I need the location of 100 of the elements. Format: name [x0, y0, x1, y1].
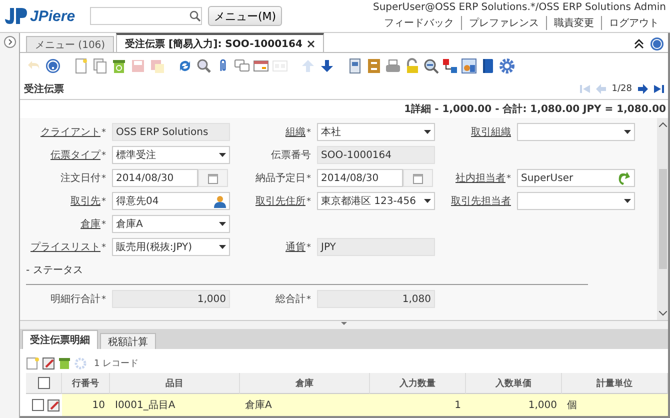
table-cell: 個	[562, 394, 668, 416]
menu-button[interactable]: メニュー(M)	[208, 6, 282, 26]
search-field[interactable]: 得意先04	[112, 192, 230, 210]
dropdown-field[interactable]	[517, 123, 635, 141]
detail-tab[interactable]: 税額計算	[100, 333, 156, 349]
required-mark: *	[306, 128, 311, 138]
chat-icon[interactable]	[234, 58, 250, 74]
dropdown-field[interactable]: 標準受注	[112, 146, 230, 164]
help-icon[interactable]	[45, 58, 61, 74]
refresh-icon[interactable]	[177, 58, 193, 74]
window-tab[interactable]: 受注伝票 [簡易入力]: SOO-1000164	[116, 33, 324, 52]
table-cell: 1	[370, 394, 466, 416]
column-header[interactable]: 計量単位	[562, 373, 668, 394]
table-cell: 1,000	[466, 394, 562, 416]
header-link[interactable]: ログアウト	[601, 16, 666, 30]
search-field[interactable]	[90, 7, 202, 25]
field-label[interactable]: クライアント	[40, 125, 100, 139]
report-icon[interactable]	[347, 58, 363, 74]
date-field[interactable]: 2014/08/30	[112, 169, 198, 187]
field-label[interactable]: 伝票タイプ	[50, 148, 100, 162]
required-mark: *	[506, 174, 511, 184]
edit-icon[interactable]	[47, 398, 60, 412]
field-label[interactable]: 社内担当者	[456, 171, 506, 185]
close-icon[interactable]	[307, 40, 316, 48]
column-header[interactable]: 入数単価	[466, 373, 562, 394]
column-header[interactable]: 倉庫	[240, 373, 370, 394]
field-label[interactable]: プライスリスト	[30, 240, 100, 254]
curved-arrow-icon	[617, 171, 631, 185]
expand-icon[interactable]	[4, 36, 16, 48]
header-link[interactable]: フィードバック	[377, 16, 461, 30]
field-label[interactable]: 取引先	[70, 194, 100, 208]
dropdown-caret-icon	[424, 130, 431, 134]
column-header[interactable]: 行番号	[62, 373, 110, 394]
window-title: 受注伝票	[24, 82, 64, 96]
required-mark: *	[102, 243, 106, 253]
required-mark: *	[306, 174, 311, 184]
new-record-icon[interactable]	[26, 356, 39, 370]
trash-icon[interactable]	[111, 58, 127, 74]
copy-icon[interactable]	[92, 58, 108, 74]
field-label[interactable]: 取引組織	[471, 125, 511, 139]
readonly-field: SOO-1000164	[317, 146, 435, 164]
column-header[interactable]: 入力数量	[370, 373, 466, 394]
field-label: 納品予定日	[256, 172, 306, 185]
grid-view-icon[interactable]	[253, 58, 269, 74]
row-checkbox[interactable]	[32, 399, 44, 411]
required-mark: *	[102, 151, 106, 161]
field-label: 伝票番号	[271, 148, 311, 162]
zoom-icon[interactable]	[423, 58, 439, 74]
dropdown-field[interactable]: 東京都港区 123-456	[317, 192, 435, 210]
required-mark: *	[102, 295, 106, 305]
new-document-icon[interactable]	[73, 58, 89, 74]
scrollbar[interactable]	[657, 118, 668, 320]
dropdown-field[interactable]: 倉庫A	[112, 215, 230, 233]
next-record-icon[interactable]	[638, 84, 648, 94]
logo-icon	[4, 7, 28, 25]
record-position: 1/28	[612, 84, 632, 94]
status-group-toggle[interactable]: - ステータス	[26, 263, 83, 277]
required-mark: *	[102, 220, 106, 230]
field-label[interactable]: 組織	[286, 125, 306, 139]
readonly-field: 1,080	[317, 290, 435, 308]
select-all-checkbox[interactable]	[38, 377, 50, 389]
printer-icon[interactable]	[385, 58, 401, 74]
dropdown-caret-icon	[624, 130, 631, 134]
calendar-button[interactable]	[198, 169, 228, 187]
field-label[interactable]: 倉庫	[80, 217, 100, 231]
dropdown-field[interactable]: 販売用(税抜:JPY)	[112, 238, 230, 256]
readonly-field: 1,000	[112, 290, 230, 308]
edit-icon[interactable]	[42, 356, 55, 370]
date-field[interactable]: 2014/08/30	[317, 169, 403, 187]
header-link[interactable]: プレファレンス	[461, 16, 546, 30]
calendar-button[interactable]	[403, 169, 433, 187]
search-field[interactable]: SuperUser	[517, 169, 635, 187]
logo-text: JPiere	[30, 8, 76, 24]
search-icon[interactable]	[196, 58, 212, 74]
field-label[interactable]: 取引先住所	[256, 194, 306, 208]
required-mark: *	[102, 174, 106, 184]
field-label: 注文日付	[60, 172, 100, 185]
collapse-icon[interactable]	[634, 38, 644, 48]
dropdown-field[interactable]: 本社	[317, 123, 435, 141]
archive-icon[interactable]	[366, 58, 382, 74]
window-tab[interactable]: メニュー (106)	[26, 36, 114, 52]
down-arrow-icon[interactable]	[319, 58, 335, 74]
column-header[interactable]: 品目	[110, 373, 240, 394]
delete-icon[interactable]	[58, 356, 71, 370]
dropdown-field[interactable]	[517, 192, 635, 210]
field-label[interactable]: 通貨	[286, 240, 306, 254]
header-link[interactable]: 職責変更	[546, 16, 601, 30]
required-mark: *	[102, 128, 106, 138]
chart-icon[interactable]	[461, 58, 477, 74]
table-cell: I0001_品目A	[110, 394, 240, 416]
field-label[interactable]: 取引先担当者	[451, 194, 511, 208]
scroll-down-icon	[658, 311, 666, 316]
help-icon[interactable]	[650, 36, 664, 50]
padlock-icon[interactable]	[404, 58, 420, 74]
last-record-icon[interactable]	[654, 84, 664, 94]
book-icon[interactable]	[480, 58, 496, 74]
settings-icon[interactable]	[499, 58, 515, 74]
dropdown-caret-icon	[219, 153, 226, 157]
workflow-icon[interactable]	[442, 58, 458, 74]
detail-tab[interactable]: 受注伝票明細	[22, 330, 98, 349]
